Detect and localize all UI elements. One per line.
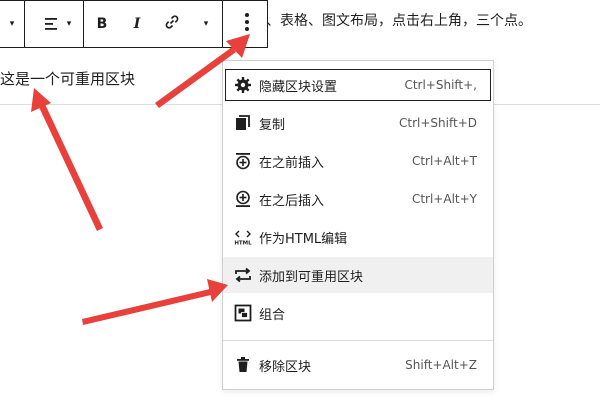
toolbar-group-options: [223, 1, 271, 47]
menu-item-shortcut: Shift+Alt+Z: [405, 358, 477, 372]
block-toolbar: ▾ ▾ B I ▾: [0, 0, 268, 48]
menu-item-edit-as-html[interactable]: HTML 作为HTML编辑: [223, 219, 493, 255]
group-icon: [233, 303, 253, 323]
menu-item-group[interactable]: 组合: [223, 295, 493, 331]
menu-item-label: 在之前插入: [259, 155, 325, 171]
menu-item-label: 移除区块: [259, 359, 312, 375]
menu-item-label: 复制: [259, 117, 286, 133]
menu-item-shortcut: Ctrl+Alt+Y: [411, 192, 477, 206]
insert-before-icon: [233, 151, 253, 171]
reusable-block-text[interactable]: 这是一个可重用区块: [0, 68, 135, 89]
paragraph-text-top: 、表格、图文布局，点击右上角，三个点。: [266, 13, 532, 29]
annotation-arrow-reusable: [82, 279, 228, 325]
more-vertical-icon: [244, 12, 250, 36]
align-button[interactable]: ▾: [25, 1, 83, 47]
caret-down-icon: ▾: [66, 19, 72, 29]
toolbar-group-format: B I ▾: [84, 1, 223, 47]
italic-label: I: [133, 16, 141, 32]
link-icon: [164, 14, 180, 34]
menu-item-shortcut: Ctrl+Alt+T: [411, 154, 477, 168]
svg-text:HTML: HTML: [234, 241, 252, 247]
menu-item-remove-block[interactable]: 移除区块 Shift+Alt+Z: [223, 347, 493, 383]
menu-item-insert-before[interactable]: 在之前插入 Ctrl+Alt+T: [223, 143, 493, 179]
copy-icon: [233, 113, 253, 133]
menu-item-label: 作为HTML编辑: [259, 231, 348, 247]
bold-button[interactable]: B: [84, 1, 120, 47]
gear-icon: [233, 75, 253, 95]
annotation-arrow-block: [31, 88, 103, 231]
menu-item-hide-block-settings[interactable]: 隐藏区块设置 Ctrl+Shift+,: [223, 67, 493, 103]
menu-item-label: 组合: [259, 307, 286, 323]
block-type-dropdown[interactable]: ▾: [0, 1, 24, 47]
caret-down-icon: ▾: [203, 19, 209, 29]
more-formats-dropdown[interactable]: ▾: [190, 1, 222, 47]
toolbar-group-block-type: ▾: [0, 1, 25, 47]
caret-down-icon: ▾: [9, 19, 15, 29]
bold-label: B: [96, 16, 108, 32]
more-options-button[interactable]: [223, 1, 271, 47]
menu-item-label: 在之后插入: [259, 193, 325, 209]
reusable-icon: [233, 265, 253, 285]
block-options-menu: 隐藏区块设置 Ctrl+Shift+, 复制 Ctrl+Shift+D 在之前插…: [222, 60, 494, 390]
italic-button[interactable]: I: [120, 1, 154, 47]
toolbar-group-align: ▾: [25, 1, 84, 47]
menu-item-shortcut: Ctrl+Shift+,: [404, 78, 477, 92]
html-icon: HTML: [233, 227, 253, 247]
menu-item-duplicate[interactable]: 复制 Ctrl+Shift+D: [223, 105, 493, 141]
menu-item-label: 隐藏区块设置: [259, 79, 338, 95]
menu-item-shortcut: Ctrl+Shift+D: [399, 116, 477, 130]
trash-icon: [233, 355, 253, 375]
menu-item-insert-after[interactable]: 在之后插入 Ctrl+Alt+Y: [223, 181, 493, 217]
insert-after-icon: [233, 189, 253, 209]
link-button[interactable]: [154, 1, 190, 47]
menu-item-label: 添加到可重用区块: [259, 269, 364, 285]
menu-separator: [223, 340, 493, 341]
align-left-icon: [37, 1, 67, 47]
menu-item-add-to-reusable[interactable]: 添加到可重用区块: [223, 257, 493, 293]
